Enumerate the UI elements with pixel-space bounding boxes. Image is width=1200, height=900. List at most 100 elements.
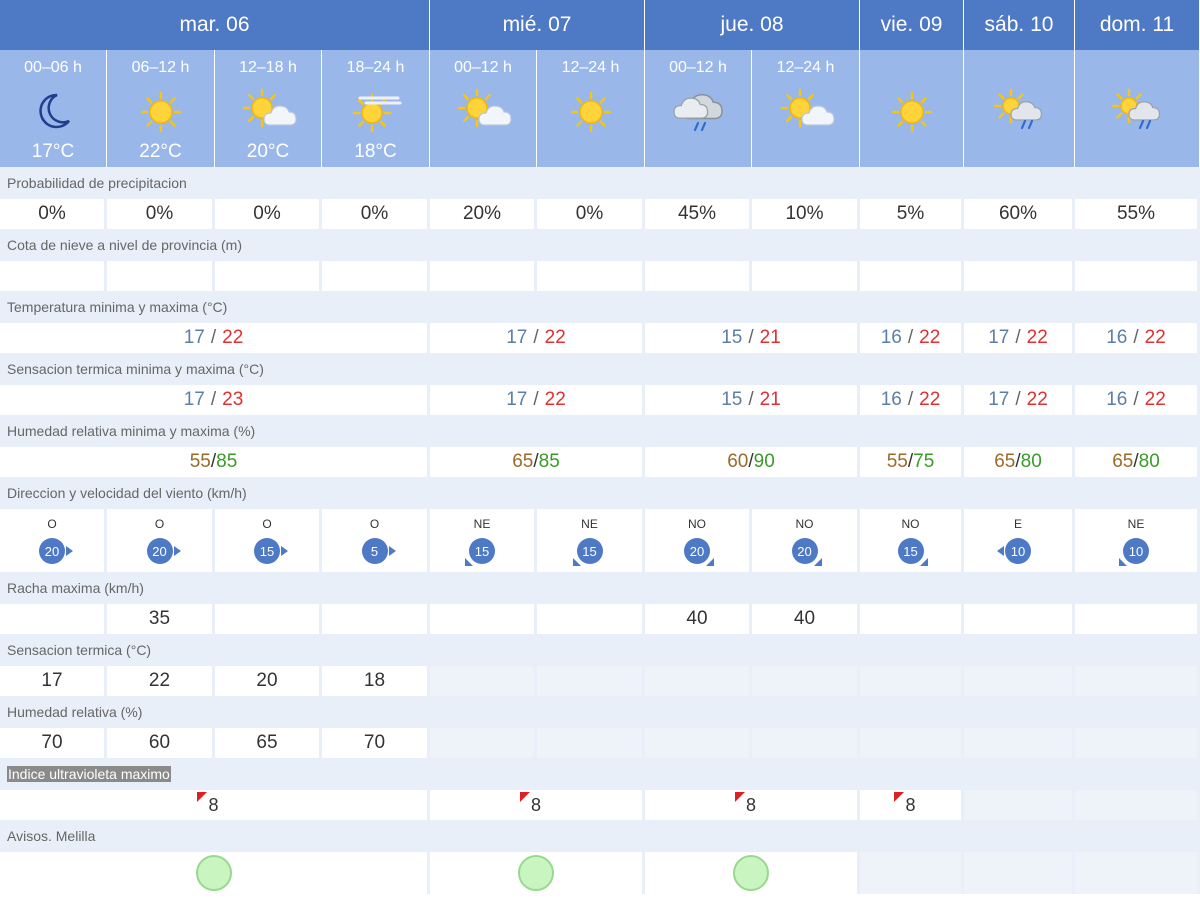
row-label: Cota de nieve a nivel de provincia (m) bbox=[0, 229, 1200, 261]
uv-cell: 8 bbox=[860, 790, 964, 820]
wind-arrow-icon bbox=[173, 546, 181, 556]
value-cell bbox=[0, 261, 107, 291]
value-cell bbox=[215, 261, 322, 291]
sun-icon bbox=[561, 87, 621, 137]
period-label: 00–06 h bbox=[24, 59, 82, 76]
value-cell: 18 bbox=[322, 666, 430, 696]
value-cell: 40 bbox=[645, 604, 752, 634]
value-cell bbox=[964, 728, 1075, 758]
min-value: 65 bbox=[1112, 451, 1134, 472]
warning-level-icon[interactable] bbox=[518, 855, 554, 891]
wind-direction: NE bbox=[1127, 517, 1145, 531]
row-label: Temperatura minima y maxima (°C) bbox=[0, 291, 1200, 323]
wind-speed-badge: 20 bbox=[39, 538, 73, 564]
wind-speed-value: 15 bbox=[254, 538, 280, 564]
separator: / bbox=[1133, 389, 1139, 410]
uv-number: 8 bbox=[905, 794, 916, 815]
max-value: 85 bbox=[538, 451, 560, 472]
value-cell bbox=[322, 261, 430, 291]
max-value: 80 bbox=[1138, 451, 1160, 472]
sun-cloud-rain-icon bbox=[1107, 87, 1167, 137]
max-value: 85 bbox=[216, 451, 238, 472]
forecast-table: mar. 06 mié. 07 jue. 08 vie. 09 sáb. 10 dom. … bbox=[0, 0, 1200, 900]
period-header: 12–18 h 20°C bbox=[215, 50, 322, 167]
wind-direction: O bbox=[154, 517, 165, 531]
value-cell: 5% bbox=[860, 199, 964, 229]
min-max-cell: 17/22 bbox=[0, 323, 430, 353]
wind-cell: O 20 bbox=[107, 509, 215, 572]
max-value: 23 bbox=[222, 389, 244, 410]
warning-level-icon[interactable] bbox=[733, 855, 769, 891]
max-value: 22 bbox=[919, 327, 941, 348]
row-label: Racha maxima (km/h) bbox=[0, 572, 1200, 604]
uv-flag-icon bbox=[894, 791, 905, 802]
wind-cell: NE 15 bbox=[537, 509, 645, 572]
value-cell bbox=[537, 604, 645, 634]
separator: / bbox=[1133, 327, 1139, 348]
value-cell bbox=[430, 261, 537, 291]
period-header bbox=[964, 50, 1075, 167]
period-temperature: 20°C bbox=[246, 141, 290, 162]
wind-speed-value: 20 bbox=[39, 538, 65, 564]
uv-number: 8 bbox=[530, 794, 541, 815]
value-cell: 55% bbox=[1075, 199, 1200, 229]
value-cell: 0% bbox=[215, 199, 322, 229]
wind-direction: NO bbox=[901, 517, 920, 531]
period-label: 00–12 h bbox=[454, 59, 512, 76]
day-header: mié. 07 bbox=[430, 0, 645, 50]
value-cell bbox=[964, 666, 1075, 696]
wind-cell: NE 15 bbox=[430, 509, 537, 572]
period-header: 18–24 h 18°C bbox=[322, 50, 430, 167]
uv-cell bbox=[964, 790, 1075, 820]
day-header: mar. 06 bbox=[0, 0, 430, 50]
warning-cell bbox=[1075, 852, 1200, 894]
cloud-rain-icon bbox=[668, 87, 728, 137]
sun-cloud-rain-icon bbox=[989, 87, 1049, 137]
uv-cell bbox=[1075, 790, 1200, 820]
value-cell: 10% bbox=[752, 199, 860, 229]
uv-number: 8 bbox=[208, 794, 219, 815]
warning-level-icon[interactable] bbox=[195, 855, 232, 891]
day-header: jue. 08 bbox=[645, 0, 860, 50]
uv-value: 8 bbox=[519, 791, 541, 816]
value-cell bbox=[537, 666, 645, 696]
period-temperature: 22°C bbox=[139, 141, 182, 162]
value-cell bbox=[537, 728, 645, 758]
row-label-text: Racha maxima (km/h) bbox=[7, 580, 144, 596]
period-header bbox=[860, 50, 964, 167]
min-value: 60 bbox=[727, 451, 749, 472]
warning-cell bbox=[645, 852, 860, 894]
wind-cell: NO 15 bbox=[860, 509, 964, 572]
row-label-text: Avisos. Melilla bbox=[7, 828, 96, 844]
value-cell bbox=[645, 728, 752, 758]
value-cell bbox=[1075, 604, 1200, 634]
min-value: 16 bbox=[880, 327, 902, 348]
value-cell: 60% bbox=[964, 199, 1075, 229]
row-label-text: Sensacion termica minima y maxima (°C) bbox=[7, 361, 264, 377]
moon-icon bbox=[23, 87, 83, 137]
value-cell: 70 bbox=[0, 728, 107, 758]
wind-cell: NE 10 bbox=[1075, 509, 1200, 572]
wind-arrow-icon bbox=[465, 558, 473, 566]
period-label: 12–24 h bbox=[561, 59, 620, 76]
value-cell bbox=[107, 261, 215, 291]
min-max-cell: 17/23 bbox=[0, 385, 430, 415]
sun-cloud-icon bbox=[776, 87, 836, 137]
period-label: 00–12 h bbox=[669, 59, 727, 76]
period-label: 06–12 h bbox=[131, 59, 190, 76]
wind-speed-value: 5 bbox=[361, 538, 388, 564]
wind-direction: NE bbox=[473, 517, 491, 531]
uv-value: 8 bbox=[197, 791, 219, 816]
period-temperature: 18°C bbox=[354, 141, 397, 162]
row-label-text: Probabilidad de precipitacion bbox=[7, 175, 187, 191]
min-max-cell: 65/80 bbox=[964, 447, 1075, 477]
wind-direction: O bbox=[262, 517, 272, 531]
row-label: Direccion y velocidad del viento (km/h) bbox=[0, 477, 1200, 509]
row-label-text: Indice ultravioleta maximo bbox=[7, 766, 171, 782]
max-value: 22 bbox=[544, 389, 566, 410]
min-max-cell: 15/21 bbox=[645, 385, 860, 415]
wind-arrow-icon bbox=[813, 558, 822, 566]
max-value: 22 bbox=[544, 327, 566, 348]
sun-cloud-icon bbox=[238, 87, 298, 137]
separator: / bbox=[533, 327, 539, 348]
